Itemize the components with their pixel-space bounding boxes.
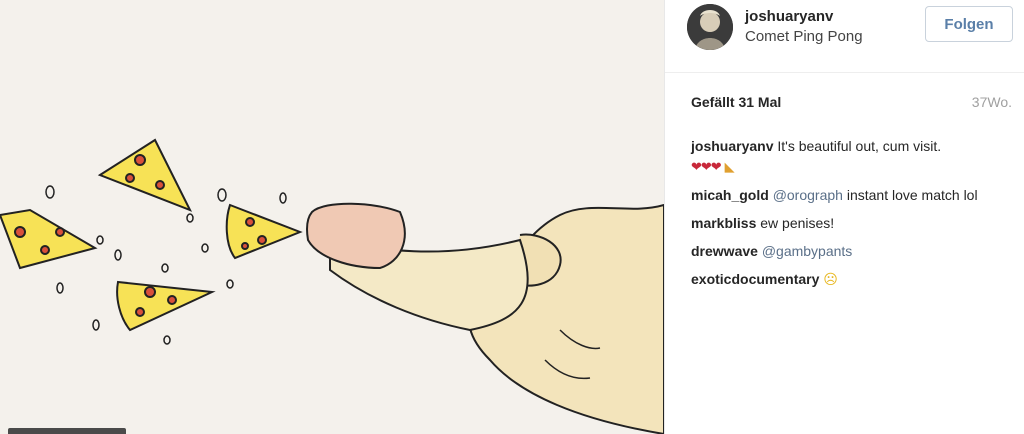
comment-mention[interactable]: @orograph [773,187,843,203]
comment-text: instant love match lol [846,187,978,203]
video-progress-bar[interactable] [8,428,126,434]
comment: joshuaryanv It's beautiful out, cum visi… [691,136,1011,177]
comment: micah_gold @orograph instant love match … [691,185,1011,205]
comment: exoticdocumentary ☹ [691,269,1011,289]
comment-mention[interactable]: @gambypants [762,243,852,259]
post-sidebar: joshuaryanv Comet Ping Pong Folgen Gefäl… [664,0,1024,434]
likes-count[interactable]: Gefällt 31 Mal [691,94,781,110]
comment: markbliss ew penises! [691,213,1011,233]
post-image[interactable] [0,0,664,434]
post-username[interactable]: joshuaryanv [745,8,833,25]
post-location[interactable]: Comet Ping Pong [745,28,863,45]
post-header: joshuaryanv Comet Ping Pong Folgen [665,0,1024,73]
comment: drewwave @gambypants [691,241,1011,261]
comment-text: It's beautiful out, cum visit. [777,138,942,154]
heart-emoji-icon: ❤❤❤ [691,159,722,174]
follow-button[interactable]: Folgen [925,6,1013,42]
comment-author[interactable]: markbliss [691,215,756,231]
post-timestamp[interactable]: 37Wo. [972,94,1012,110]
comment-author[interactable]: drewwave [691,243,758,259]
avatar[interactable] [687,4,733,50]
comment-author[interactable]: micah_gold [691,187,769,203]
pizza-emoji-icon: ◣ [724,159,735,174]
face-emoji-icon: ☹ [823,271,838,287]
comment-author[interactable]: joshuaryanv [691,138,773,154]
comments-list: joshuaryanv It's beautiful out, cum visi… [691,136,1011,297]
comment-author[interactable]: exoticdocumentary [691,271,819,287]
comment-text: ew penises! [760,215,835,231]
pizza-slice [97,138,193,212]
avatar-icon [687,4,733,50]
post-illustration [0,138,664,434]
